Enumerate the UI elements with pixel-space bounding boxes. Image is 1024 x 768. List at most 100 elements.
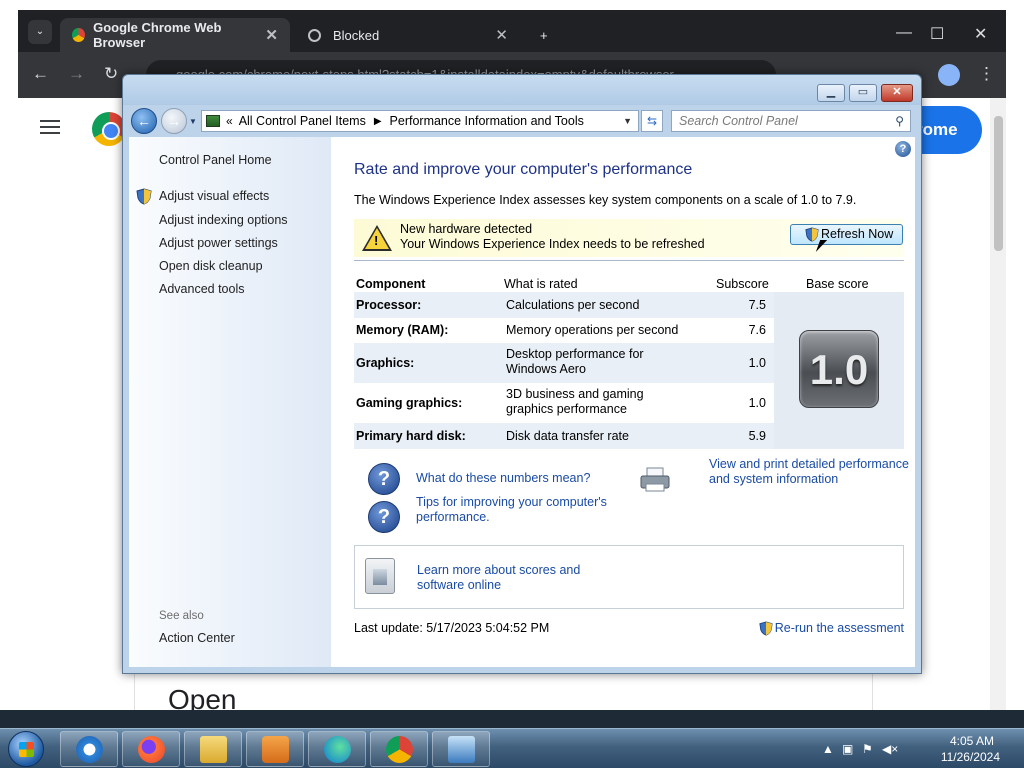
clock-time[interactable]: 4:05 AM bbox=[950, 734, 994, 748]
clock-date[interactable]: 11/26/2024 bbox=[941, 750, 1000, 764]
column-header-component: Component bbox=[356, 277, 426, 291]
link-view-print-details[interactable]: View and print detailed performance and … bbox=[709, 457, 909, 487]
rated-cell: Disk data transfer rate bbox=[506, 429, 629, 443]
rated-cell: Calculations per second bbox=[506, 298, 640, 312]
globe-icon bbox=[308, 28, 321, 42]
address-bar[interactable]: « All Control Panel Items ▶ Performance … bbox=[201, 110, 639, 132]
sidebar-item-action-center[interactable]: Action Center bbox=[159, 631, 235, 645]
chrome-logo-icon bbox=[92, 112, 126, 146]
hamburger-menu-icon[interactable] bbox=[40, 120, 60, 134]
taskbar-app-edge[interactable] bbox=[308, 731, 366, 767]
back-icon[interactable]: ← bbox=[32, 64, 49, 84]
component-cell: Gaming graphics: bbox=[356, 396, 463, 410]
breadcrumb-item[interactable]: Performance Information and Tools bbox=[390, 114, 584, 128]
task-pane: Control Panel Home Adjust visual effects… bbox=[129, 137, 331, 667]
printer-icon bbox=[640, 467, 670, 492]
table-row: Primary hard disk: Disk data transfer ra… bbox=[354, 423, 774, 449]
profile-icon[interactable] bbox=[938, 64, 960, 86]
network-icon[interactable]: ▣ bbox=[842, 742, 853, 756]
taskbar-app-control-panel[interactable] bbox=[432, 731, 490, 767]
component-cell: Primary hard disk: bbox=[356, 429, 466, 443]
search-icon[interactable]: ⚲ bbox=[895, 111, 904, 131]
rated-cell: 3D business and gaming graphics performa… bbox=[506, 387, 644, 416]
taskbar-app-windows-explorer[interactable] bbox=[184, 731, 242, 767]
tab-close-icon[interactable]: ✕ bbox=[265, 26, 278, 44]
last-update-text: Last update: 5/17/2023 5:04:52 PM bbox=[354, 621, 550, 635]
maximize-button[interactable]: ▭ bbox=[849, 84, 877, 102]
menu-icon[interactable]: ⋮ bbox=[978, 64, 995, 84]
help-question-icon: ? bbox=[368, 463, 400, 495]
show-hidden-icons-icon[interactable]: ▲ bbox=[822, 742, 834, 756]
control-panel-window: ▁ ▭ ✕ ← → ▼ « All Control Panel Items ▶ … bbox=[122, 74, 922, 674]
tab-title: Google Chrome Web Browser bbox=[93, 20, 222, 50]
refresh-icon[interactable]: ⇆ bbox=[641, 110, 663, 132]
sidebar-item-adjust-power-settings[interactable]: Adjust power settings bbox=[159, 236, 278, 250]
forward-icon[interactable]: → bbox=[68, 64, 85, 84]
volume-muted-icon[interactable]: ◀× bbox=[882, 742, 898, 756]
firefox-icon bbox=[138, 736, 165, 763]
address-dropdown-icon[interactable]: ▼ bbox=[623, 116, 632, 126]
navigation-bar: ← → ▼ « All Control Panel Items ▶ Perfor… bbox=[123, 105, 921, 137]
reload-icon[interactable]: ↻ bbox=[104, 64, 118, 84]
edge-icon bbox=[324, 736, 351, 763]
link-tips-improving-performance[interactable]: Tips for improving your computer's perfo… bbox=[416, 495, 616, 525]
refresh-now-label: Refresh Now bbox=[821, 227, 894, 241]
divider bbox=[354, 260, 904, 261]
back-button[interactable]: ← bbox=[131, 108, 157, 134]
page-scrollbar[interactable] bbox=[990, 98, 1006, 710]
link-what-do-numbers-mean[interactable]: What do these numbers mean? bbox=[416, 471, 590, 486]
close-button[interactable]: ✕ bbox=[881, 84, 913, 102]
taskbar-app-media-player[interactable] bbox=[246, 731, 304, 767]
sidebar-item-adjust-indexing-options[interactable]: Adjust indexing options bbox=[159, 213, 288, 227]
tab-title: Blocked bbox=[333, 27, 380, 43]
breadcrumb-separator-icon[interactable]: ▶ bbox=[374, 116, 382, 127]
base-score-badge: 1.0 bbox=[799, 330, 879, 408]
component-cell: Memory (RAM): bbox=[356, 323, 449, 337]
system-tray: ▲ ▣ ⚑ ◀× 4:05 AM 11/26/2024 bbox=[822, 729, 1012, 768]
forward-button[interactable]: → bbox=[161, 108, 187, 134]
column-header-what-is-rated: What is rated bbox=[504, 277, 578, 291]
scrollbar-thumb[interactable] bbox=[994, 116, 1003, 251]
sidebar-item-advanced-tools[interactable]: Advanced tools bbox=[159, 282, 244, 296]
taskbar-app-internet-explorer[interactable] bbox=[60, 731, 118, 767]
component-cell: Processor: bbox=[356, 298, 422, 312]
help-icon[interactable]: ? bbox=[895, 141, 911, 157]
tab-close-icon[interactable]: ✕ bbox=[495, 26, 508, 44]
tab-search-button[interactable]: ⌄ bbox=[28, 20, 52, 44]
chrome-tab-strip: ⌄ Google Chrome Web Browser ✕ Blocked ✕ … bbox=[18, 10, 1006, 52]
subscore-cell: 7.5 bbox=[748, 298, 766, 312]
taskbar-app-firefox[interactable] bbox=[122, 731, 180, 767]
taskbar-app-chrome[interactable] bbox=[370, 731, 428, 767]
sidebar-item-control-panel-home[interactable]: Control Panel Home bbox=[159, 153, 272, 167]
breadcrumb-item[interactable]: All Control Panel Items bbox=[239, 114, 366, 128]
rerun-assessment-link[interactable]: Re-run the assessment bbox=[759, 621, 904, 636]
search-input[interactable]: Search Control Panel ⚲ bbox=[671, 110, 911, 132]
chrome-tab[interactable]: Blocked ✕ bbox=[296, 18, 520, 52]
minimize-icon[interactable]: — bbox=[896, 24, 912, 42]
help-question-icon: ? bbox=[368, 501, 400, 533]
start-button[interactable] bbox=[8, 731, 44, 767]
refresh-now-button[interactable]: Refresh Now bbox=[790, 224, 903, 245]
minimize-button[interactable]: ▁ bbox=[817, 84, 845, 102]
control-panel-icon bbox=[448, 736, 475, 763]
link-learn-more-online[interactable]: Learn more about scores and software onl… bbox=[417, 563, 627, 593]
sidebar-item-open-disk-cleanup[interactable]: Open disk cleanup bbox=[159, 259, 263, 273]
column-header-base-score: Base score bbox=[806, 277, 869, 291]
rerun-assessment-label: Re-run the assessment bbox=[774, 621, 904, 635]
chrome-favicon-icon bbox=[72, 28, 86, 42]
page-title: Rate and improve your computer's perform… bbox=[354, 161, 693, 178]
software-box-icon bbox=[365, 558, 395, 594]
maximize-icon[interactable]: ☐ bbox=[930, 24, 944, 44]
action-center-flag-icon[interactable]: ⚑ bbox=[862, 742, 873, 756]
breadcrumb-overflow-icon[interactable]: « bbox=[226, 114, 233, 128]
new-tab-button[interactable]: + bbox=[528, 18, 558, 52]
window-title-bar[interactable]: ▁ ▭ ✕ bbox=[123, 75, 921, 105]
recent-pages-dropdown-icon[interactable]: ▼ bbox=[189, 117, 197, 126]
sidebar-item-adjust-visual-effects[interactable]: Adjust visual effects bbox=[159, 189, 269, 203]
subscore-cell: 1.0 bbox=[748, 356, 766, 370]
table-row: Gaming graphics: 3D business and gaming … bbox=[354, 383, 774, 423]
close-icon[interactable]: ✕ bbox=[974, 24, 987, 44]
chrome-tab-active[interactable]: Google Chrome Web Browser ✕ bbox=[60, 18, 290, 52]
folder-icon bbox=[200, 736, 227, 763]
uac-shield-icon bbox=[805, 227, 819, 242]
